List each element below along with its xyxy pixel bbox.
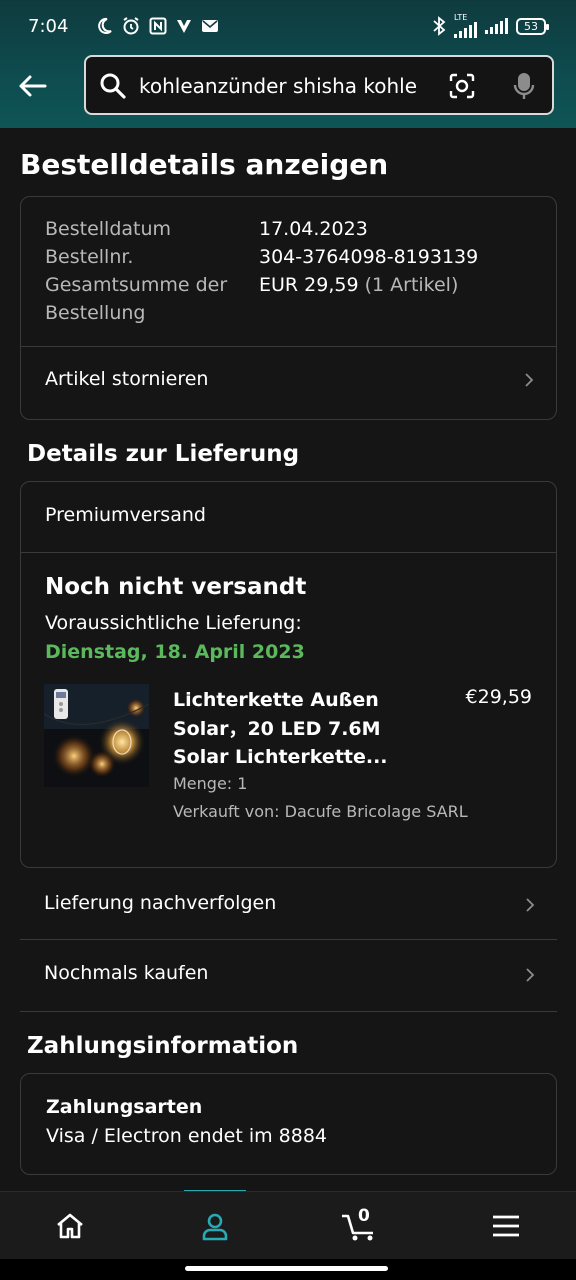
payment-method: Visa / Electron endet im 8884 — [46, 1125, 328, 1147]
order-item-count: (1 Artikel) — [364, 274, 459, 296]
order-date-label: Bestelldatum — [45, 218, 172, 240]
product-thumbnail[interactable] — [44, 684, 149, 787]
status-time: 7:04 — [28, 16, 69, 37]
product-title[interactable]: Lichterkette Außen Solar，20 LED 7.6M Sol… — [173, 686, 433, 772]
product-seller: Verkauft von: Dacufe Bricolage SARL — [173, 802, 468, 821]
shipping-type: Premiumversand — [45, 504, 206, 526]
search-input[interactable]: kohleanzünder shisha kohle — [139, 74, 417, 98]
product-price: €29,59 — [465, 686, 532, 708]
delivery-card: Premiumversand Noch nicht versandt Vorau… — [20, 481, 557, 868]
bluetooth-icon — [433, 16, 446, 36]
payment-heading: Zahlungsinformation — [27, 1033, 299, 1059]
payment-card: Zahlungsarten Visa / Electron endet im 8… — [20, 1073, 557, 1175]
microphone-icon[interactable] — [512, 71, 536, 101]
camera-search-icon[interactable] — [448, 72, 476, 100]
cancel-items-link[interactable]: Artikel stornieren — [45, 368, 208, 390]
arrow-left-icon — [19, 75, 47, 97]
bottom-navigation: 0 — [0, 1191, 576, 1259]
battery-icon: 53 — [516, 17, 549, 35]
nav-home[interactable] — [30, 1192, 110, 1260]
order-total-label: Gesamtsumme der Bestellung — [45, 274, 228, 324]
gesture-bar[interactable] — [185, 1266, 388, 1271]
moon-icon — [98, 17, 112, 34]
order-total-amount: EUR 29,59 — [259, 274, 359, 296]
chevron-right-icon — [526, 968, 535, 982]
search-icon — [100, 73, 126, 99]
home-icon — [57, 1213, 83, 1239]
payment-methods-heading: Zahlungsarten — [46, 1096, 203, 1118]
divider — [21, 346, 556, 347]
alarm-icon — [123, 17, 139, 35]
menu-icon — [493, 1215, 519, 1237]
page-title: Bestelldetails anzeigen — [20, 148, 389, 181]
order-summary-card: Bestelldatum 17.04.2023 Bestellnr. 304-3… — [20, 196, 557, 420]
order-date-value: 17.04.2023 — [259, 218, 368, 240]
mail-icon — [202, 20, 218, 32]
status-bar: 7:04 LTE 53 — [0, 0, 576, 54]
signal-icon-2 — [485, 18, 508, 34]
product-quantity: Menge: 1 — [173, 774, 248, 793]
nav-account[interactable] — [175, 1192, 255, 1260]
track-delivery-row[interactable]: Lieferung nachverfolgen — [20, 870, 557, 940]
track-delivery-label: Lieferung nachverfolgen — [44, 892, 277, 914]
signal-icon: LTE — [454, 14, 477, 38]
string-lights-image — [44, 684, 149, 787]
delivery-heading: Details zur Lieferung — [27, 441, 300, 467]
search-bar[interactable]: kohleanzünder shisha kohle — [84, 55, 554, 115]
buy-again-label: Nochmals kaufen — [44, 962, 209, 984]
eta-label: Voraussichtliche Lieferung: — [45, 612, 302, 634]
divider — [20, 1011, 557, 1012]
v-app-icon — [177, 20, 191, 33]
account-icon — [202, 1213, 228, 1241]
chevron-right-icon — [525, 373, 534, 387]
order-number-label: Bestellnr. — [45, 246, 134, 268]
back-button[interactable] — [14, 66, 50, 106]
nav-cart[interactable]: 0 — [320, 1192, 400, 1260]
order-total-value: EUR 29,59 (1 Artikel) — [259, 271, 458, 299]
nav-menu[interactable] — [466, 1192, 546, 1260]
order-number-value: 304-3764098-8193139 — [259, 246, 479, 268]
nfc-icon — [149, 17, 167, 35]
divider — [21, 552, 556, 553]
eta-date: Dienstag, 18. April 2023 — [45, 641, 305, 663]
cart-count: 0 — [358, 1206, 370, 1226]
buy-again-row[interactable]: Nochmals kaufen — [20, 940, 557, 1010]
chevron-right-icon — [526, 898, 535, 912]
app-header: 7:04 LTE 53 kohleanzünder shisha kohle — [0, 0, 576, 128]
shipment-status: Noch nicht versandt — [45, 574, 307, 600]
